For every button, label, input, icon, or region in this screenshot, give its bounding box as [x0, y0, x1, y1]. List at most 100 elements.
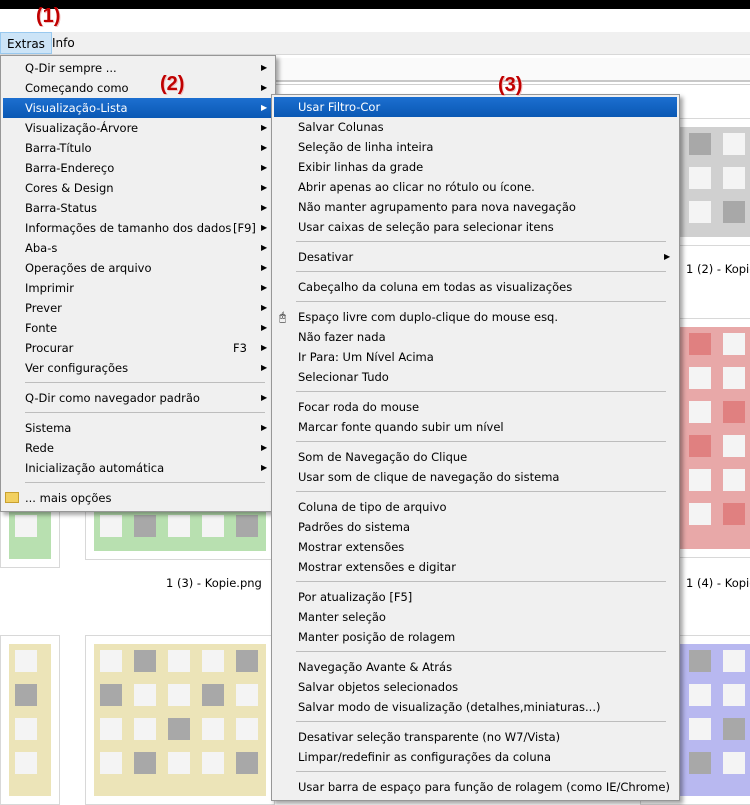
thumbnail-image: [9, 644, 51, 796]
menu-item-label: Barra-Título: [25, 141, 92, 155]
menu-extras[interactable]: Extras: [0, 32, 52, 54]
submenu-item-usar-filtro-cor[interactable]: Usar Filtro-Cor: [274, 97, 677, 117]
submenu-item-salvar-colunas[interactable]: Salvar Colunas: [274, 117, 677, 137]
menu-item-imprimir[interactable]: Imprimir ▶: [3, 278, 273, 298]
submenu-item-salvar-modo-de-visualizacao-detalhes-miniaturas[interactable]: Salvar modo de visualização (detalhes,mi…: [274, 697, 677, 717]
menu-item-q-dir-sempre[interactable]: Q-Dir sempre ... ▶: [3, 58, 273, 78]
menu-item-label: Rede: [25, 441, 54, 455]
submenu-item-manter-posicao-de-rolagem[interactable]: Manter posição de rolagem: [274, 627, 677, 647]
submenu-item-mostrar-extensoes-e-digitar[interactable]: Mostrar extensões e digitar: [274, 557, 677, 577]
menu-info[interactable]: Info: [46, 32, 81, 54]
submenu-item-coluna-de-tipo-de-arquivo[interactable]: Coluna de tipo de arquivo: [274, 497, 677, 517]
submenu-item-abrir-apenas-ao-clicar-no-rotulo-ou-icone[interactable]: Abrir apenas ao clicar no rótulo ou ícon…: [274, 177, 677, 197]
submenu-item-usar-som-de-clique-de-navegacao-do-sistema[interactable]: Usar som de clique de navegação do siste…: [274, 467, 677, 487]
menu-item-label: Sistema: [25, 421, 72, 435]
menu-item-prever[interactable]: Prever ▶: [3, 298, 273, 318]
submenu-item-desativar[interactable]: Desativar ▶: [274, 247, 677, 267]
menu-item-label: Navegação Avante & Atrás: [298, 660, 453, 674]
menu-separator: [296, 581, 666, 582]
menu-item-ver-configuracoes[interactable]: Ver configurações ▶: [3, 358, 273, 378]
submenu-item-padroes-do-sistema[interactable]: Padrões do sistema: [274, 517, 677, 537]
menu-item-label: Manter seleção: [298, 610, 386, 624]
menu-item-label: Mostrar extensões e digitar: [298, 560, 456, 574]
submenu-item-navegacao-avante-atras[interactable]: Navegação Avante & Atrás: [274, 657, 677, 677]
thumbnail-yellow[interactable]: [85, 635, 275, 805]
submenu-item-desativar-selecao-transparente-no-w7-vista[interactable]: Desativar seleção transparente (no W7/Vi…: [274, 727, 677, 747]
submenu-arrow-icon: ▶: [261, 83, 268, 92]
menu-item-comecando-como[interactable]: Começando como ▶: [3, 78, 273, 98]
submenu-item-manter-selecao[interactable]: Manter seleção: [274, 607, 677, 627]
menu-separator: [25, 412, 265, 413]
submenu-item-cabecalho-da-coluna-em-todas-as-visualizacoes[interactable]: Cabeçalho da coluna em todas as visualiz…: [274, 277, 677, 297]
menu-item-q-dir-como-navegador-padrao[interactable]: Q-Dir como navegador padrão ▶: [3, 388, 273, 408]
submenu-item-usar-barra-de-espaco-para-funcao-de-rolagem-como-ie-chrome[interactable]: Usar barra de espaço para função de rola…: [274, 777, 677, 797]
submenu-item-focar-roda-do-mouse[interactable]: Focar roda do mouse: [274, 397, 677, 417]
submenu-item-mostrar-extensoes[interactable]: Mostrar extensões: [274, 537, 677, 557]
submenu-arrow-icon: ▶: [261, 463, 268, 472]
submenu-item-limpar-redefinir-as-configuracoes-da-coluna[interactable]: Limpar/redefinir as configurações da col…: [274, 747, 677, 767]
menu-item-barra-titulo[interactable]: Barra-Título ▶: [3, 138, 273, 158]
submenu-arrow-icon: ▶: [261, 63, 268, 72]
menu-item-label: Aba-s: [25, 241, 58, 255]
menu-item-visualizacao-lista[interactable]: Visualização-Lista ▶: [3, 98, 273, 118]
menu-item-cores-design[interactable]: Cores & Design ▶: [3, 178, 273, 198]
submenu-arrow-icon: ▶: [261, 263, 268, 272]
submenu-item-marcar-fonte-quando-subir-um-nivel[interactable]: Marcar fonte quando subir um nível: [274, 417, 677, 437]
submenu-item-usar-caixas-de-selecao-para-selecionar-itens[interactable]: Usar caixas de seleção para selecionar i…: [274, 217, 677, 237]
thumbnail-image: [9, 509, 51, 559]
menu-item-procurar[interactable]: Procurar F3 ▶: [3, 338, 273, 358]
menu-item-barra-status[interactable]: Barra-Status ▶: [3, 198, 273, 218]
menu-item-label: Usar som de clique de navegação do siste…: [298, 470, 560, 484]
menu-item-label: Salvar objetos selecionados: [298, 680, 459, 694]
menu-item-label: Manter posição de rolagem: [298, 630, 456, 644]
menu-item-label: Mostrar extensões: [298, 540, 405, 554]
menu-item-informacoes-de-tamanho-dos-dados[interactable]: Informações de tamanho dos dados [F9] ▶: [3, 218, 273, 238]
file-caption-3[interactable]: 1 (4) - Kopie: [686, 576, 750, 590]
menu-item-fonte[interactable]: Fonte ▶: [3, 318, 273, 338]
submenu-item-selecionar-tudo[interactable]: Selecionar Tudo: [274, 367, 677, 387]
file-caption-2[interactable]: 1 (3) - Kopie.png: [166, 576, 262, 590]
thumbnail-yellow-left[interactable]: [0, 635, 60, 805]
menu-item-aba-s[interactable]: Aba-s ▶: [3, 238, 273, 258]
submenu-item-selecao-de-linha-inteira[interactable]: Seleção de linha inteira: [274, 137, 677, 157]
submenu-item-salvar-objetos-selecionados[interactable]: Salvar objetos selecionados: [274, 677, 677, 697]
menu-item-visualizacao-arvore[interactable]: Visualização-Árvore ▶: [3, 118, 273, 138]
menu-item-inicializacao-automatica[interactable]: Inicialização automática ▶: [3, 458, 273, 478]
menu-separator: [25, 482, 265, 483]
menu-item-barra-endereco[interactable]: Barra-Endereço ▶: [3, 158, 273, 178]
menu-item-label: Ver configurações: [25, 361, 129, 375]
submenu-arrow-icon: ▶: [261, 223, 268, 232]
submenu-item-espaco-livre-com-duplo-clique-do-mouse-esq[interactable]: 🖰 Espaço livre com duplo-clique do mouse …: [274, 307, 677, 327]
submenu-item-som-de-navegacao-do-clique[interactable]: Som de Navegação do Clique: [274, 447, 677, 467]
submenu-arrow-icon: ▶: [261, 343, 268, 352]
extras-dropdown-menu: Q-Dir sempre ... ▶ Começando como ▶ Visualiz…: [0, 55, 276, 512]
menu-item-operacoes-de-arquivo[interactable]: Operações de arquivo ▶: [3, 258, 273, 278]
submenu-item-exibir-linhas-da-grade[interactable]: Exibir linhas da grade: [274, 157, 677, 177]
callout-1: (1): [36, 5, 61, 27]
menu-item-rede[interactable]: Rede ▶: [3, 438, 273, 458]
submenu-item-ir-para-um-nivel-acima[interactable]: Ir Para: Um Nível Acima: [274, 347, 677, 367]
submenu-arrow-icon: ▶: [261, 203, 268, 212]
visualizacao-lista-submenu: Usar Filtro-Cor Salvar Colunas Seleção de …: [271, 94, 680, 801]
menu-item-label: ... mais opções: [25, 491, 112, 505]
menu-item-label: Exibir linhas da grade: [298, 160, 424, 174]
menu-item-label: Prever: [25, 301, 62, 315]
file-caption-1[interactable]: 1 (2) - Kopie: [686, 262, 750, 276]
menu-item-label: Desativar seleção transparente (no W7/Vi…: [298, 730, 561, 744]
menu-separator: [296, 651, 666, 652]
menu-item-label: Cores & Design: [25, 181, 114, 195]
menu-separator: [25, 382, 265, 383]
menu-item-label: Informações de tamanho dos dados: [25, 221, 232, 235]
submenu-arrow-icon: ▶: [261, 443, 268, 452]
callout-2: (2): [160, 73, 185, 95]
menu-item-label: Procurar: [25, 341, 74, 355]
menu-item-label: Não fazer nada: [298, 330, 386, 344]
menu-item-sistema[interactable]: Sistema ▶: [3, 418, 273, 438]
submenu-item-nao-fazer-nada[interactable]: Não fazer nada: [274, 327, 677, 347]
menu-item-label: Salvar modo de visualização (detalhes,mi…: [298, 700, 601, 714]
submenu-item-nao-manter-agrupamento-para-nova-navegacao[interactable]: Não manter agrupamento para nova navegaç…: [274, 197, 677, 217]
submenu-arrow-icon: ▶: [261, 393, 268, 402]
submenu-arrow-icon: ▶: [261, 163, 268, 172]
submenu-item-por-atualizacao-f5[interactable]: Por atualização [F5]: [274, 587, 677, 607]
menu-item-mais-opcoes[interactable]: ... mais opções: [3, 488, 273, 508]
